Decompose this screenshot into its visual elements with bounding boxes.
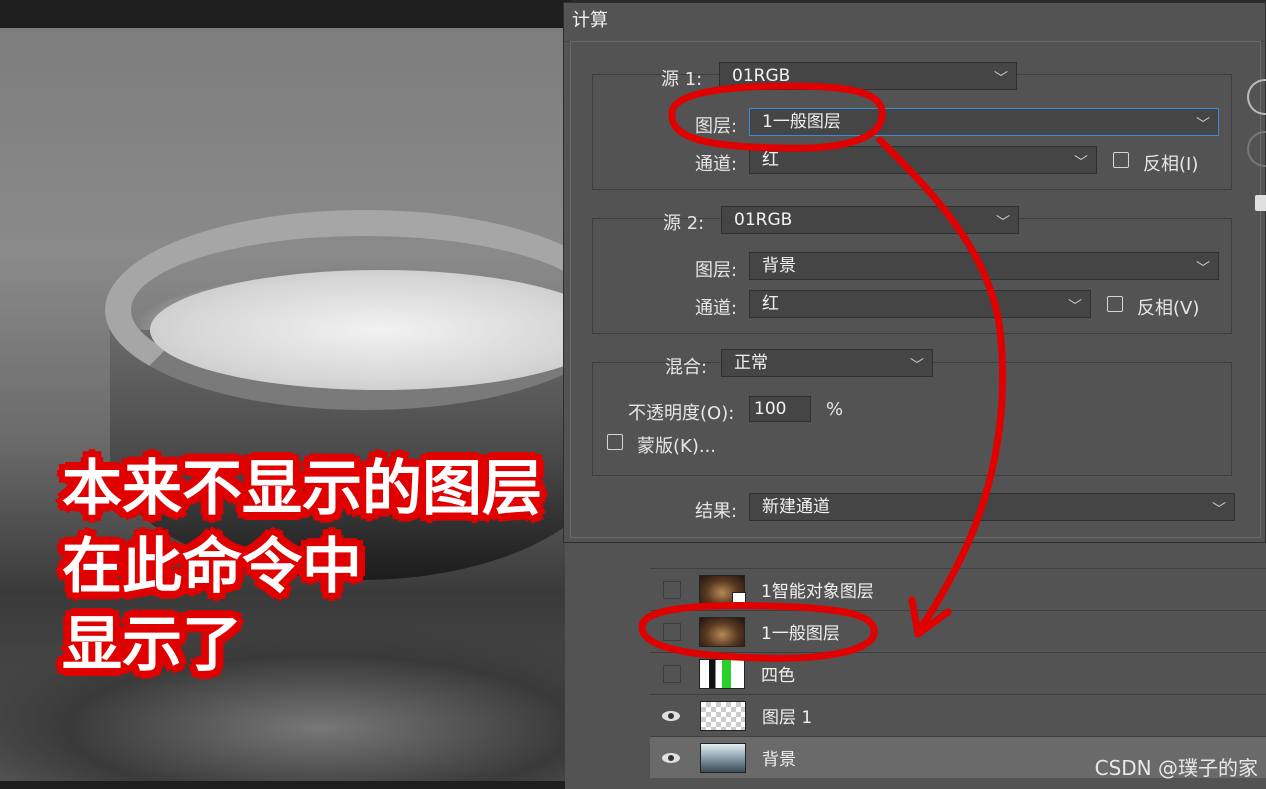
mask-label: 蒙版(K)... (637, 436, 717, 457)
source1-layer-select[interactable]: 1一般图层 ﹀ (749, 108, 1219, 136)
layer-name: 1智能对象图层 (761, 582, 874, 602)
annotation-line-3: 显示了 (62, 610, 242, 680)
dialog-title: 计算 (564, 3, 1265, 42)
layer-thumbnail (699, 658, 745, 689)
source2-invert-label: 反相(V) (1137, 298, 1200, 319)
source2-layer-select[interactable]: 背景 ﹀ (749, 252, 1219, 280)
source1-layer-label: 图层: (695, 116, 738, 137)
source1-label: 源 1: (661, 69, 703, 90)
layer-thumbnail (700, 742, 746, 773)
source1-file-select[interactable]: 01RGB ﹀ (719, 62, 1017, 90)
chevron-down-icon: ﹀ (1068, 299, 1082, 315)
annotation-text: 本来不显示的图层 在此命令中 显示了 (62, 450, 542, 684)
source2-channel-select[interactable]: 红 ﹀ (749, 290, 1091, 318)
eye-icon[interactable] (660, 705, 682, 727)
visibility-toggle[interactable] (663, 664, 681, 683)
layer-name: 四色 (761, 666, 795, 686)
calculations-dialog: 计算 源 1: 01RGB ﹀ 图层: 1一般图层 ﹀ 通道: 红 ﹀ 反相(I… (563, 2, 1266, 543)
visibility-toggle[interactable] (663, 580, 681, 599)
chevron-down-icon: ﹀ (910, 358, 924, 374)
opacity-unit: % (826, 399, 844, 420)
chevron-down-icon: ﹀ (996, 215, 1010, 231)
chevron-down-icon: ﹀ (1196, 261, 1210, 277)
chevron-down-icon: ﹀ (1212, 502, 1226, 518)
source1-layer-value: 1一般图层 (762, 112, 841, 132)
source2-channel-value: 红 (762, 294, 779, 314)
dialog-body: 源 1: 01RGB ﹀ 图层: 1一般图层 ﹀ 通道: 红 ﹀ 反相(I) 源… (570, 41, 1261, 538)
document-canvas[interactable]: 本来不显示的图层 在此命令中 显示了 (0, 0, 572, 789)
source2-label: 源 2: (663, 213, 705, 234)
blend-label: 混合: (665, 357, 708, 378)
layer-row[interactable]: 1一般图层 (650, 610, 1266, 652)
mask-checkbox[interactable] (607, 434, 623, 450)
watermark: CSDN @璞子的家 (1094, 756, 1258, 780)
blend-mode-select[interactable]: 正常 ﹀ (721, 349, 933, 377)
source1-invert-label: 反相(I) (1143, 154, 1199, 175)
source1-channel-label: 通道: (695, 154, 738, 175)
blend-mode-value: 正常 (734, 353, 768, 373)
canvas-top-bar (0, 0, 572, 28)
annotation-line-1: 本来不显示的图层 (62, 454, 542, 524)
opacity-input[interactable]: 100 (749, 396, 811, 422)
source2-file-value: 01RGB (734, 210, 793, 230)
layer-name: 图层 1 (762, 708, 813, 728)
source2-layer-value: 背景 (762, 256, 796, 276)
chevron-down-icon: ﹀ (994, 71, 1008, 87)
source2-file-select[interactable]: 01RGB ﹀ (721, 206, 1019, 234)
layer-thumbnail (699, 616, 745, 647)
layers-panel: 1智能对象图层 1一般图层 四色 图层 1 背景 (565, 530, 1266, 789)
visibility-toggle[interactable] (663, 622, 681, 641)
layer-row[interactable]: 图层 1 (650, 694, 1266, 736)
source1-invert-checkbox[interactable] (1113, 152, 1129, 168)
canvas-bottom-bar (0, 781, 572, 789)
layer-row[interactable]: 四色 (650, 652, 1266, 694)
annotation-line-2: 在此命令中 (62, 532, 362, 602)
source2-layer-label: 图层: (695, 260, 738, 281)
source2-invert-checkbox[interactable] (1107, 296, 1123, 312)
source1-file-value: 01RGB (732, 66, 791, 86)
result-select[interactable]: 新建通道 ﹀ (749, 493, 1235, 521)
preview-checkbox[interactable] (1255, 195, 1266, 211)
source1-channel-value: 红 (762, 150, 779, 170)
layer-thumbnail (699, 574, 746, 606)
chevron-down-icon: ﹀ (1196, 117, 1210, 133)
layer-thumbnail (700, 700, 746, 731)
result-label: 结果: (695, 501, 738, 522)
opacity-label: 不透明度(O): (628, 403, 735, 424)
chevron-down-icon: ﹀ (1074, 155, 1088, 171)
layer-row[interactable]: 1智能对象图层 (650, 568, 1266, 610)
layer-name: 背景 (762, 750, 796, 770)
result-value: 新建通道 (762, 497, 830, 517)
source2-channel-label: 通道: (695, 298, 738, 319)
source1-channel-select[interactable]: 红 ﹀ (749, 146, 1097, 174)
eye-icon[interactable] (660, 747, 682, 769)
layer-name: 1一般图层 (761, 624, 840, 644)
